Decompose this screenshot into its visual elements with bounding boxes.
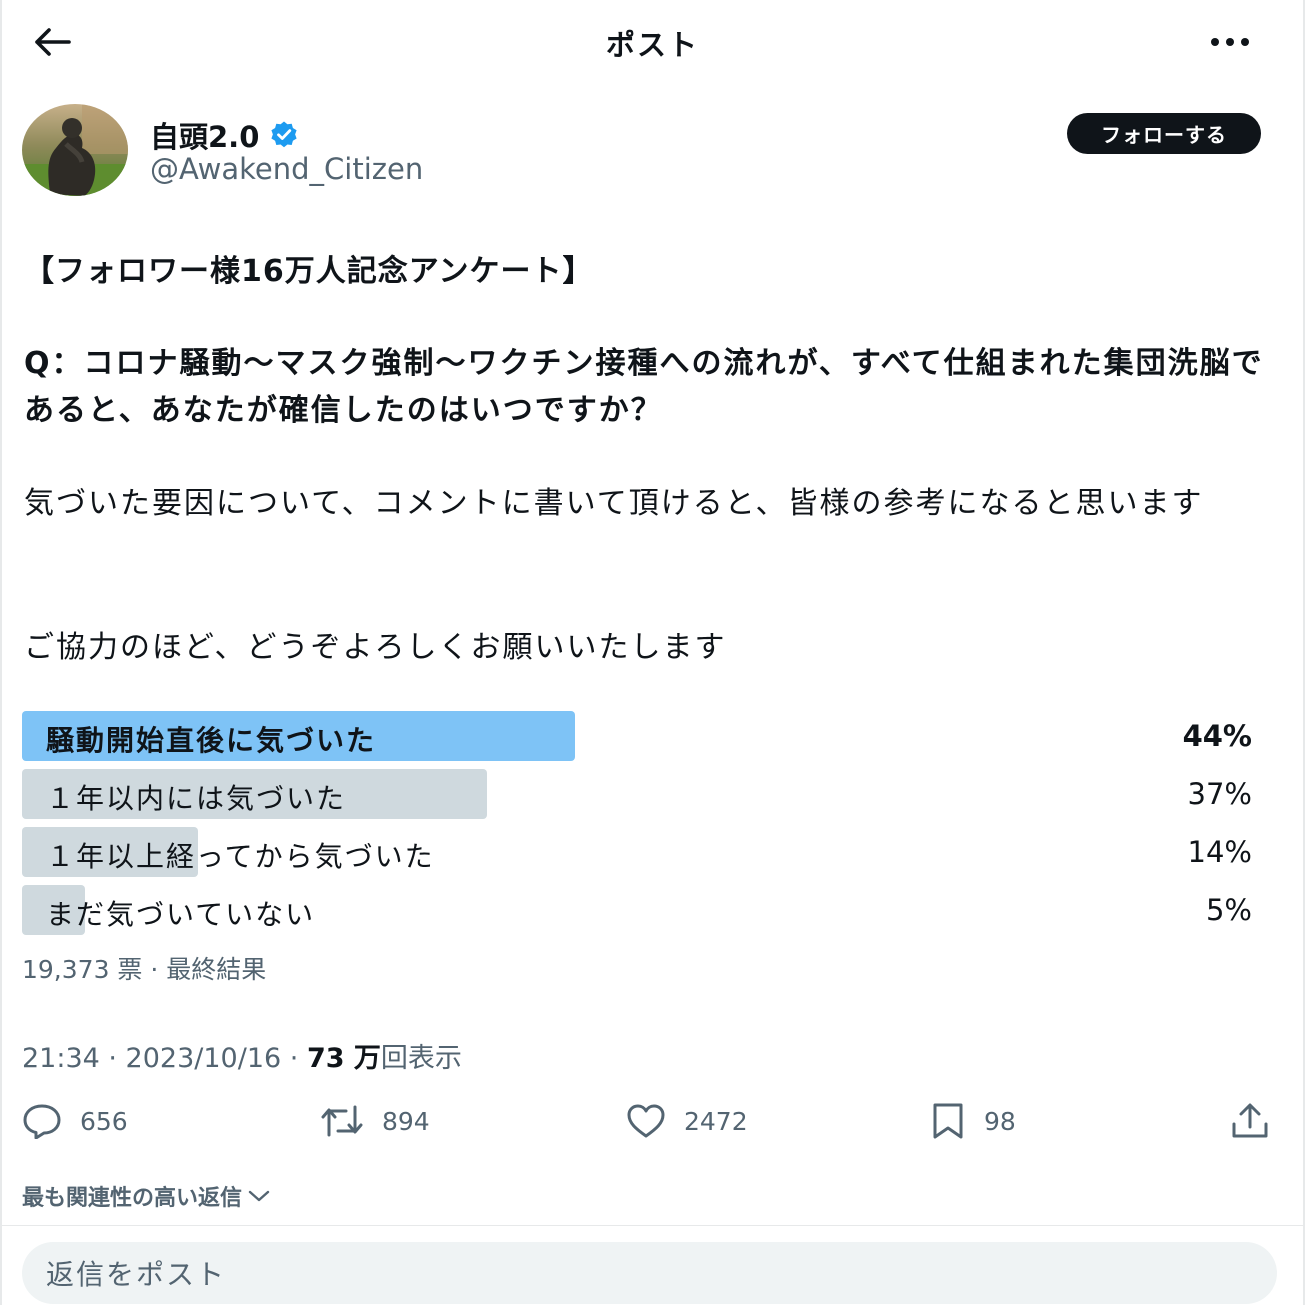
bookmark-button[interactable]: 98 [930,1096,1016,1146]
divider [2,1225,1303,1226]
poll-option-percent: 5% [1205,893,1252,927]
verified-badge-icon [271,121,297,148]
repost-icon [321,1105,363,1137]
post-closing: ご協力のほど、どうぞよろしくお願いいたします [24,630,727,665]
share-icon [1232,1103,1268,1138]
reply-button[interactable]: 656 [22,1096,128,1146]
poll-option-percent: 14% [1187,835,1252,869]
poll-option: １年以上経ってから気づいた 14% [22,827,1272,877]
share-button[interactable] [1230,1096,1270,1146]
like-button[interactable]: 2472 [626,1096,748,1146]
replies-sort-label: 最も関連性の高い返信 [22,1186,243,1211]
poll-option-percent: 44% [1182,719,1252,753]
bookmark-count: 98 [984,1106,1016,1136]
view-count-label: 回表示 [380,1043,462,1074]
page-title: ポスト [605,28,699,62]
bookmark-icon [933,1103,963,1139]
poll-option: まだ気づいていない 5% [22,885,1272,935]
view-count: 73 万 [306,1043,381,1074]
repost-count: 894 [382,1106,430,1136]
author-handle[interactable]: @Awakend_Citizen [150,152,423,186]
poll-option-label: まだ気づいていない [46,898,316,931]
poll-option-label: １年以内には気づいた [46,782,347,815]
post-detail-screen: ポスト 自頭2.0 @Awakend_Citizen フォローする 【フォロワー… [0,0,1305,1305]
reply-input[interactable]: 返信をポスト [22,1242,1277,1304]
avatar-image [22,104,128,196]
poll-option-label: 騒動開始直後に気づいた [46,724,377,757]
poll-meta: 19,373 票 · 最終結果 [22,955,267,984]
follow-button[interactable]: フォローする [1067,113,1261,154]
poll-option-percent: 37% [1187,777,1252,811]
chevron-down-icon [248,1190,270,1202]
replies-sort-dropdown[interactable]: 最も関連性の高い返信 [22,1180,270,1212]
post-timestamp: 21:34 · 2023/10/16 · 73 万回表示 [22,1036,462,1075]
author-name[interactable]: 自頭2.0 [150,114,259,156]
avatar[interactable] [22,104,128,196]
post-request: 気づいた要因について、コメントに書いて頂けると、皆様の参考になると思います [24,486,1204,521]
author-name-row: 自頭2.0 [150,114,299,156]
like-count: 2472 [684,1106,748,1136]
reply-icon [23,1104,61,1139]
post-question: Q：コロナ騒動〜マスク強制〜ワクチン接種への流れが、すべて仕組まれた集団洗脳であ… [24,346,1264,428]
post-time-text[interactable]: 21:34 · 2023/10/16 · [22,1043,307,1074]
more-options-button[interactable] [1203,26,1257,58]
top-bar: ポスト [2,0,1303,84]
poll-option: １年以内には気づいた 37% [22,769,1272,819]
repost-button[interactable]: 894 [320,1096,430,1146]
post-title-line: 【フォロワー様16万人記念アンケート】 [24,254,594,289]
heart-icon [627,1104,665,1138]
poll-option: 騒動開始直後に気づいた 44% [22,711,1272,761]
more-horizontal-icon [1211,38,1249,46]
reply-count: 656 [80,1106,128,1136]
poll-option-label: １年以上経ってから気づいた [46,840,435,873]
